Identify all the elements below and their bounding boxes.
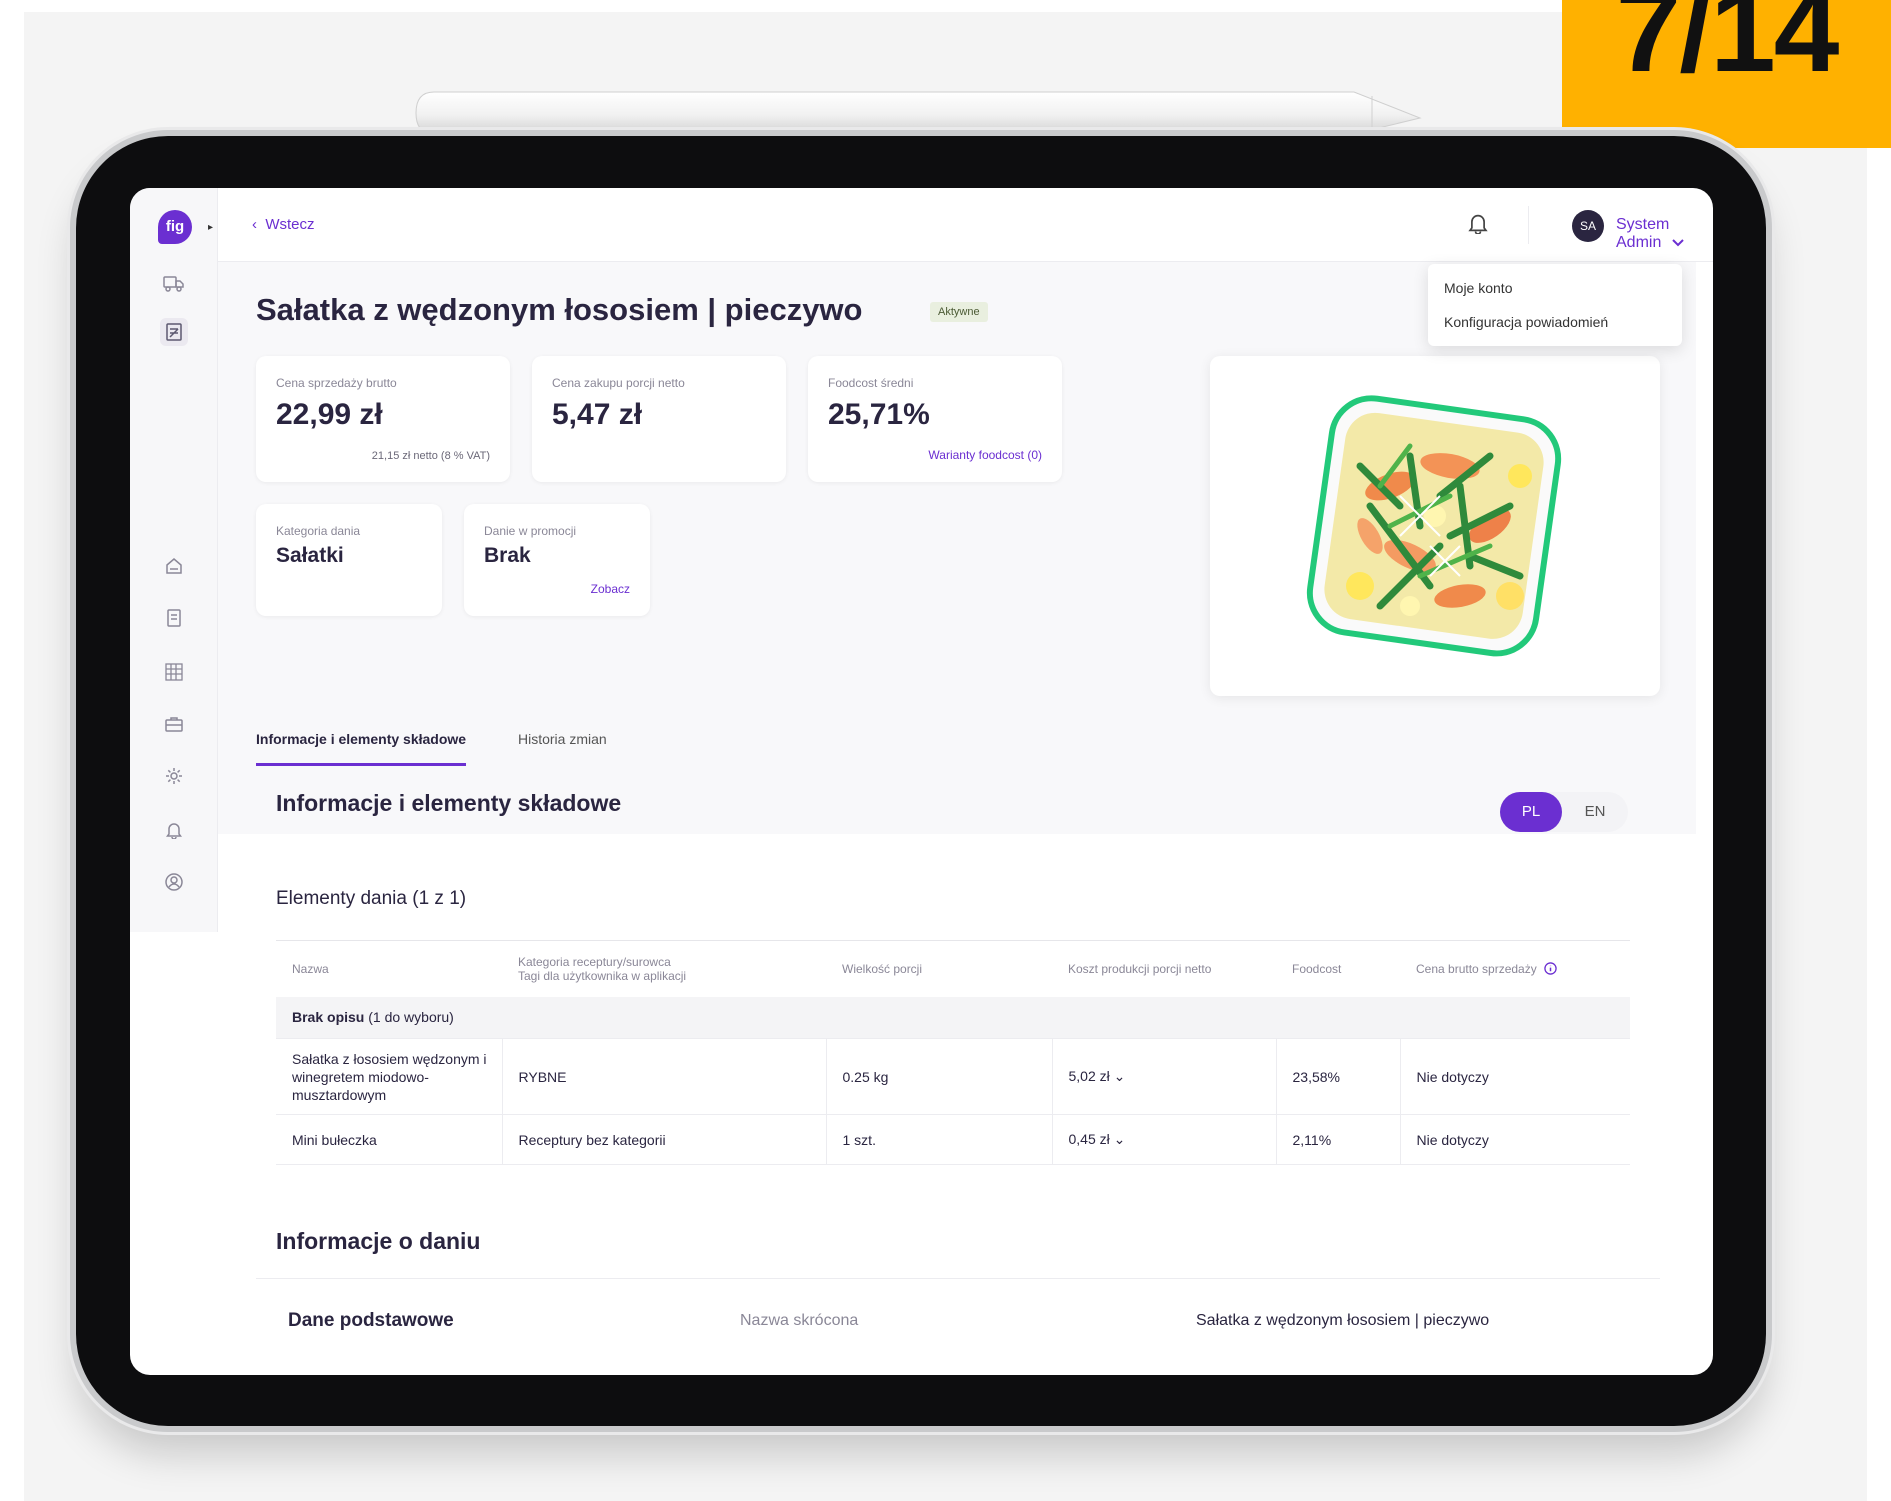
cost-dropdown[interactable]: 0,45 zł ⌄ [1051, 1114, 1276, 1165]
language-toggle: PL EN [1500, 792, 1628, 832]
info-title: Informacje o daniu [276, 1228, 481, 1254]
short-name-label: Nazwa skrócona [740, 1312, 859, 1329]
col-name: Nazwa [276, 940, 502, 997]
user-menu-button[interactable]: System Admin [1616, 216, 1713, 252]
basic-data-heading: Dane podstawowe [288, 1310, 454, 1331]
chevron-down-icon: ⌄ [1113, 1131, 1126, 1147]
col-category: Kategoria receptury/surowca Tagi dla uży… [502, 940, 826, 997]
short-name-value: Sałatka z wędzonym łososiem | pieczywo [1196, 1312, 1490, 1329]
section-title: Informacje i elementy składowe [276, 790, 622, 816]
elements-table: Nazwa Kategoria receptury/surowca Tagi d… [276, 940, 1630, 1165]
top-bar: ‹ Wstecz SA System Admin [218, 188, 1713, 262]
col-cost: Koszt produkcji porcji netto [1052, 940, 1276, 997]
tab-history[interactable]: Historia zmian [518, 724, 607, 766]
col-portion: Wielkość porcji [826, 940, 1052, 997]
bell-icon[interactable] [160, 816, 188, 844]
expand-sidebar-icon[interactable]: ▸ [208, 222, 213, 233]
app-screen: fig ▸ ‹ Wstecz SA System Admin Sałatka z… [130, 188, 1713, 1375]
salad-image [1306, 395, 1562, 657]
slide-badge: 7/14 [1562, 0, 1891, 148]
chevron-down-icon: ⌄ [1113, 1068, 1126, 1084]
promotion-view-link[interactable]: Zobacz [591, 582, 630, 596]
document-icon[interactable] [160, 604, 188, 632]
user-icon[interactable] [160, 868, 188, 896]
grid-icon[interactable] [160, 658, 188, 686]
col-price: Cena brutto sprzedaży [1400, 940, 1630, 997]
truck-icon[interactable] [160, 270, 188, 298]
menu-item-notification-settings[interactable]: Konfiguracja powiadomień [1444, 314, 1666, 348]
foodcost-variants-link[interactable]: Warianty foodcost (0) [928, 448, 1042, 462]
cost-dropdown[interactable]: 5,02 zł ⌄ [1051, 1038, 1276, 1115]
divider [1528, 206, 1529, 244]
elements-heading: Elementy dania (1 z 1) [276, 888, 467, 909]
tab-information[interactable]: Informacje i elementy składowe [256, 724, 467, 766]
app-logo[interactable]: fig [158, 210, 192, 244]
table-group-row: Brak opisu (1 do wyboru) [276, 996, 1630, 1039]
back-link[interactable]: ‹ Wstecz [252, 216, 315, 233]
user-dropdown-menu: Moje konto Konfiguracja powiadomień [1428, 264, 1682, 346]
page-title: Sałatka z wędzonym łososiem | pieczywo [256, 292, 863, 327]
sidebar: fig ▸ [130, 188, 218, 932]
stat-card-sale-price: Cena sprzedaży brutto 22,99 zł 21,15 zł … [256, 356, 510, 482]
stat-card-promotion: Danie w promocji Brak Zobacz [464, 504, 650, 616]
notifications-bell-icon[interactable] [1468, 212, 1488, 239]
divider [256, 1278, 1660, 1279]
stylus-pencil [415, 91, 1422, 135]
lang-en-button[interactable]: EN [1562, 792, 1628, 832]
home-icon[interactable] [160, 552, 188, 580]
chevron-down-icon [1672, 239, 1684, 247]
lang-pl-button[interactable]: PL [1500, 792, 1562, 832]
status-badge: Aktywne [930, 302, 988, 322]
gear-icon[interactable] [160, 762, 188, 790]
col-foodcost: Foodcost [1276, 940, 1400, 997]
avatar[interactable]: SA [1572, 210, 1604, 242]
stat-card-purchase-price: Cena zakupu porcji netto 5,47 zł [532, 356, 786, 482]
receipt-icon[interactable] [160, 318, 188, 346]
dish-photo [1210, 356, 1660, 696]
stat-card-foodcost: Foodcost średni 25,71% Warianty foodcost… [808, 356, 1062, 482]
briefcase-icon[interactable] [160, 710, 188, 738]
table-row[interactable]: Sałatka z łososiem wędzonym i winegretem… [276, 1038, 1630, 1115]
info-icon[interactable] [1544, 962, 1557, 975]
stage: 7/14 fig ▸ ‹ Wstecz SA System Admin Sała… [0, 0, 1891, 1501]
stat-card-category: Kategoria dania Sałatki [256, 504, 442, 616]
menu-item-my-account[interactable]: Moje konto [1444, 280, 1666, 314]
table-row[interactable]: Mini bułeczka Receptury bez kategorii 1 … [276, 1114, 1630, 1165]
